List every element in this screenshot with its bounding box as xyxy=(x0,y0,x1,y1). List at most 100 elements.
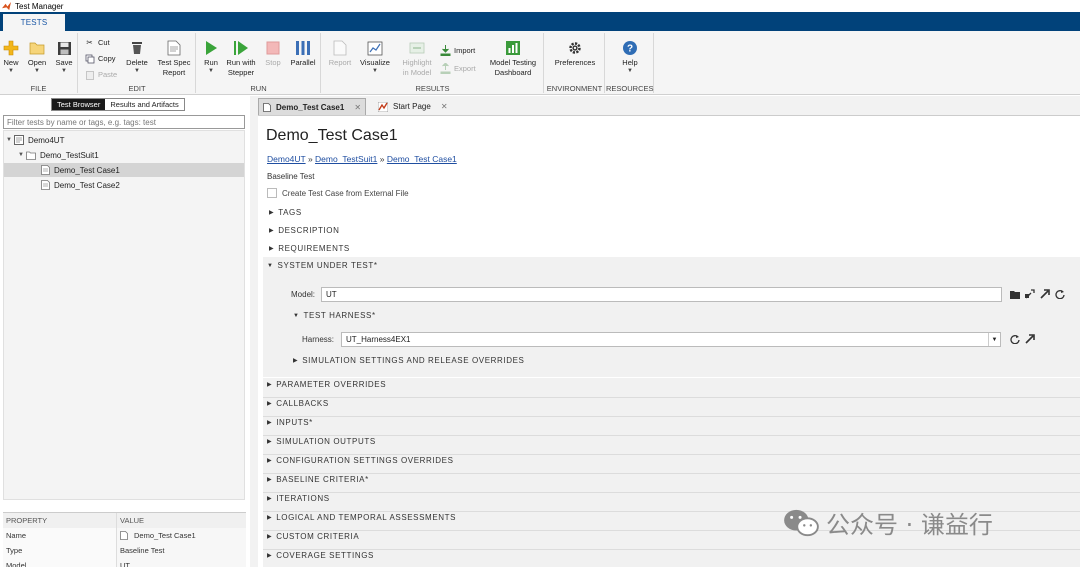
property-value[interactable]: UT xyxy=(117,558,246,567)
test-case-icon xyxy=(40,165,50,175)
preferences-button[interactable]: Preferences xyxy=(550,39,600,68)
refresh-icon[interactable] xyxy=(1055,289,1065,299)
visualize-button[interactable]: Visualize ▼ xyxy=(357,39,393,74)
divider xyxy=(263,492,1080,493)
divider xyxy=(263,454,1080,455)
section-requirements[interactable]: ▶ REQUIREMENTS xyxy=(269,244,350,253)
breadcrumb-link[interactable]: Demo4UT xyxy=(267,154,306,164)
filter-input[interactable]: Filter tests by name or tags, e.g. tags:… xyxy=(3,115,245,129)
save-button[interactable]: Save ▼ xyxy=(53,39,75,74)
property-row: Name Demo_Test Case1 xyxy=(3,528,246,543)
chevron-right-icon: ▶ xyxy=(269,246,275,252)
chevron-right-icon: ▶ xyxy=(267,382,273,388)
paste-button[interactable]: Paste xyxy=(84,69,117,80)
highlight-icon xyxy=(409,42,425,54)
test-tree: ▼ Demo4UT ▼ Demo_TestSuit1 Demo_Test Cas… xyxy=(3,130,245,500)
chevron-right-icon: ▶ xyxy=(267,496,273,502)
section-baseline-criteria[interactable]: ▶ BASELINE CRITERIA* xyxy=(267,475,369,484)
open-harness-icon[interactable] xyxy=(1025,289,1035,299)
section-tags[interactable]: ▶ TAGS xyxy=(269,208,302,217)
group-label-run: RUN xyxy=(250,84,267,93)
chevron-right-icon: ▶ xyxy=(267,439,273,445)
test-file-icon xyxy=(14,135,24,145)
breadcrumb: Demo4UT » Demo_TestSuit1 » Demo_Test Cas… xyxy=(267,154,457,164)
close-icon[interactable]: ✕ xyxy=(441,102,448,111)
model-field[interactable]: UT xyxy=(321,287,1002,302)
clipboard-icon xyxy=(84,69,95,80)
harness-label: Harness: xyxy=(302,335,335,344)
ribbon-tab-tests[interactable]: TESTS xyxy=(3,14,65,31)
section-description[interactable]: ▶ DESCRIPTION xyxy=(269,226,340,235)
copy-button[interactable]: Copy xyxy=(84,53,116,64)
folder-icon[interactable] xyxy=(1010,289,1020,299)
harness-select[interactable]: UT_Harness4EX1 ▼ xyxy=(341,332,1001,347)
checkbox[interactable] xyxy=(267,188,277,198)
property-value[interactable]: Baseline Test xyxy=(117,543,246,558)
tab-test-browser[interactable]: Test Browser xyxy=(52,99,106,110)
panel-splitter[interactable] xyxy=(250,96,258,567)
highlight-in-model-button[interactable]: Highlight in Model xyxy=(397,39,437,78)
section-callbacks[interactable]: ▶ CALLBACKS xyxy=(267,399,329,408)
breadcrumb-link[interactable]: Demo_TestSuit1 xyxy=(315,154,377,164)
document-tabs: Demo_Test Case1 ✕ Start Page ✕ xyxy=(258,96,1080,116)
close-icon[interactable]: ✕ xyxy=(354,103,361,112)
watermark: 公众号 · 谦益行 xyxy=(782,505,993,540)
chevron-down-icon: ▼ xyxy=(6,137,12,143)
copy-icon xyxy=(84,53,95,64)
run-button[interactable]: Run ▼ xyxy=(200,39,222,74)
chevron-down-icon: ▼ xyxy=(8,68,14,74)
run-with-stepper-button[interactable]: Run with Stepper xyxy=(224,39,258,78)
property-header: PROPERTY VALUE xyxy=(3,513,246,528)
section-parameter-overrides[interactable]: ▶ PARAMETER OVERRIDES xyxy=(267,380,386,389)
new-button[interactable]: New ▼ xyxy=(1,39,21,74)
report-button[interactable]: Report xyxy=(325,39,355,68)
group-edit: ✂ Cut Copy Paste Delete ▼ Test Spec Report … xyxy=(79,33,196,93)
breadcrumb-link[interactable]: Demo_Test Case1 xyxy=(387,154,457,164)
chevron-right-icon: ▶ xyxy=(267,477,273,483)
play-icon xyxy=(206,41,217,55)
title-bar: Test Manager xyxy=(0,0,1080,12)
create-from-external-file-checkbox[interactable]: Create Test Case from External File xyxy=(267,188,409,198)
section-simulation-outputs[interactable]: ▶ SIMULATION OUTPUTS xyxy=(267,437,376,446)
open-model-icon[interactable] xyxy=(1040,289,1050,299)
section-simulation-settings[interactable]: ▶ SIMULATION SETTINGS AND RELEASE OVERRID… xyxy=(293,356,525,365)
chevron-down-icon[interactable]: ▼ xyxy=(988,333,1000,346)
sut-panel: ▼ SYSTEM UNDER TEST* Model: UT ▼ TEST HARN… xyxy=(263,257,1080,377)
open-button[interactable]: Open ▼ xyxy=(25,39,49,74)
section-inputs[interactable]: ▶ INPUTS* xyxy=(267,418,313,427)
delete-button[interactable]: Delete ▼ xyxy=(123,39,151,74)
model-testing-dashboard-button[interactable]: Model Testing Dashboard xyxy=(485,39,541,78)
test-case-icon xyxy=(120,531,128,540)
section-system-under-test[interactable]: ▼ SYSTEM UNDER TEST* xyxy=(267,261,378,270)
section-custom-criteria[interactable]: ▶ CUSTOM CRITERIA xyxy=(267,532,359,541)
tree-node-demo-test-case1[interactable]: Demo_Test Case1 xyxy=(4,163,244,177)
refresh-icon[interactable] xyxy=(1010,334,1020,344)
group-results: Report Visualize ▼ Highlight in Model Impo… xyxy=(322,33,544,93)
cut-button[interactable]: ✂ Cut xyxy=(84,37,109,48)
parallel-button[interactable]: Parallel xyxy=(288,39,318,68)
trash-icon xyxy=(132,42,142,54)
open-harness-icon[interactable] xyxy=(1025,334,1035,344)
tree-node-demo4ut[interactable]: ▼ Demo4UT xyxy=(6,133,244,147)
section-test-harness[interactable]: ▼ TEST HARNESS* xyxy=(293,311,376,320)
section-coverage-settings[interactable]: ▶ COVERAGE SETTINGS xyxy=(267,551,374,560)
section-logical-and-temporal-assessments[interactable]: ▶ LOGICAL AND TEMPORAL ASSESSMENTS xyxy=(267,513,456,522)
group-label-file: FILE xyxy=(30,84,47,93)
tree-node-demo-test-case2[interactable]: Demo_Test Case2 xyxy=(4,178,244,192)
chevron-down-icon: ▼ xyxy=(293,312,300,319)
import-button[interactable]: Import xyxy=(440,45,475,56)
wechat-logo-icon xyxy=(784,509,819,536)
tab-demo-test-case1[interactable]: Demo_Test Case1 ✕ xyxy=(258,98,367,115)
group-environment: Preferences ENVIRONMENT xyxy=(545,33,605,93)
stop-button[interactable]: Stop xyxy=(261,39,285,68)
tab-start-page[interactable]: Start Page ✕ xyxy=(374,98,452,115)
export-button[interactable]: Export xyxy=(440,63,476,74)
help-button[interactable]: ? Help ▼ xyxy=(616,39,644,74)
section-iterations[interactable]: ▶ ITERATIONS xyxy=(267,494,330,503)
test-spec-report-button[interactable]: Test Spec Report xyxy=(155,39,193,78)
test-type-label: Baseline Test xyxy=(267,172,315,181)
section-configuration-settings-overrides[interactable]: ▶ CONFIGURATION SETTINGS OVERRIDES xyxy=(267,456,454,465)
tab-results-and-artifacts[interactable]: Results and Artifacts xyxy=(105,99,184,110)
tree-node-demo-testsuit1[interactable]: ▼ Demo_TestSuit1 xyxy=(18,148,244,162)
chevron-right-icon: ▶ xyxy=(267,401,273,407)
